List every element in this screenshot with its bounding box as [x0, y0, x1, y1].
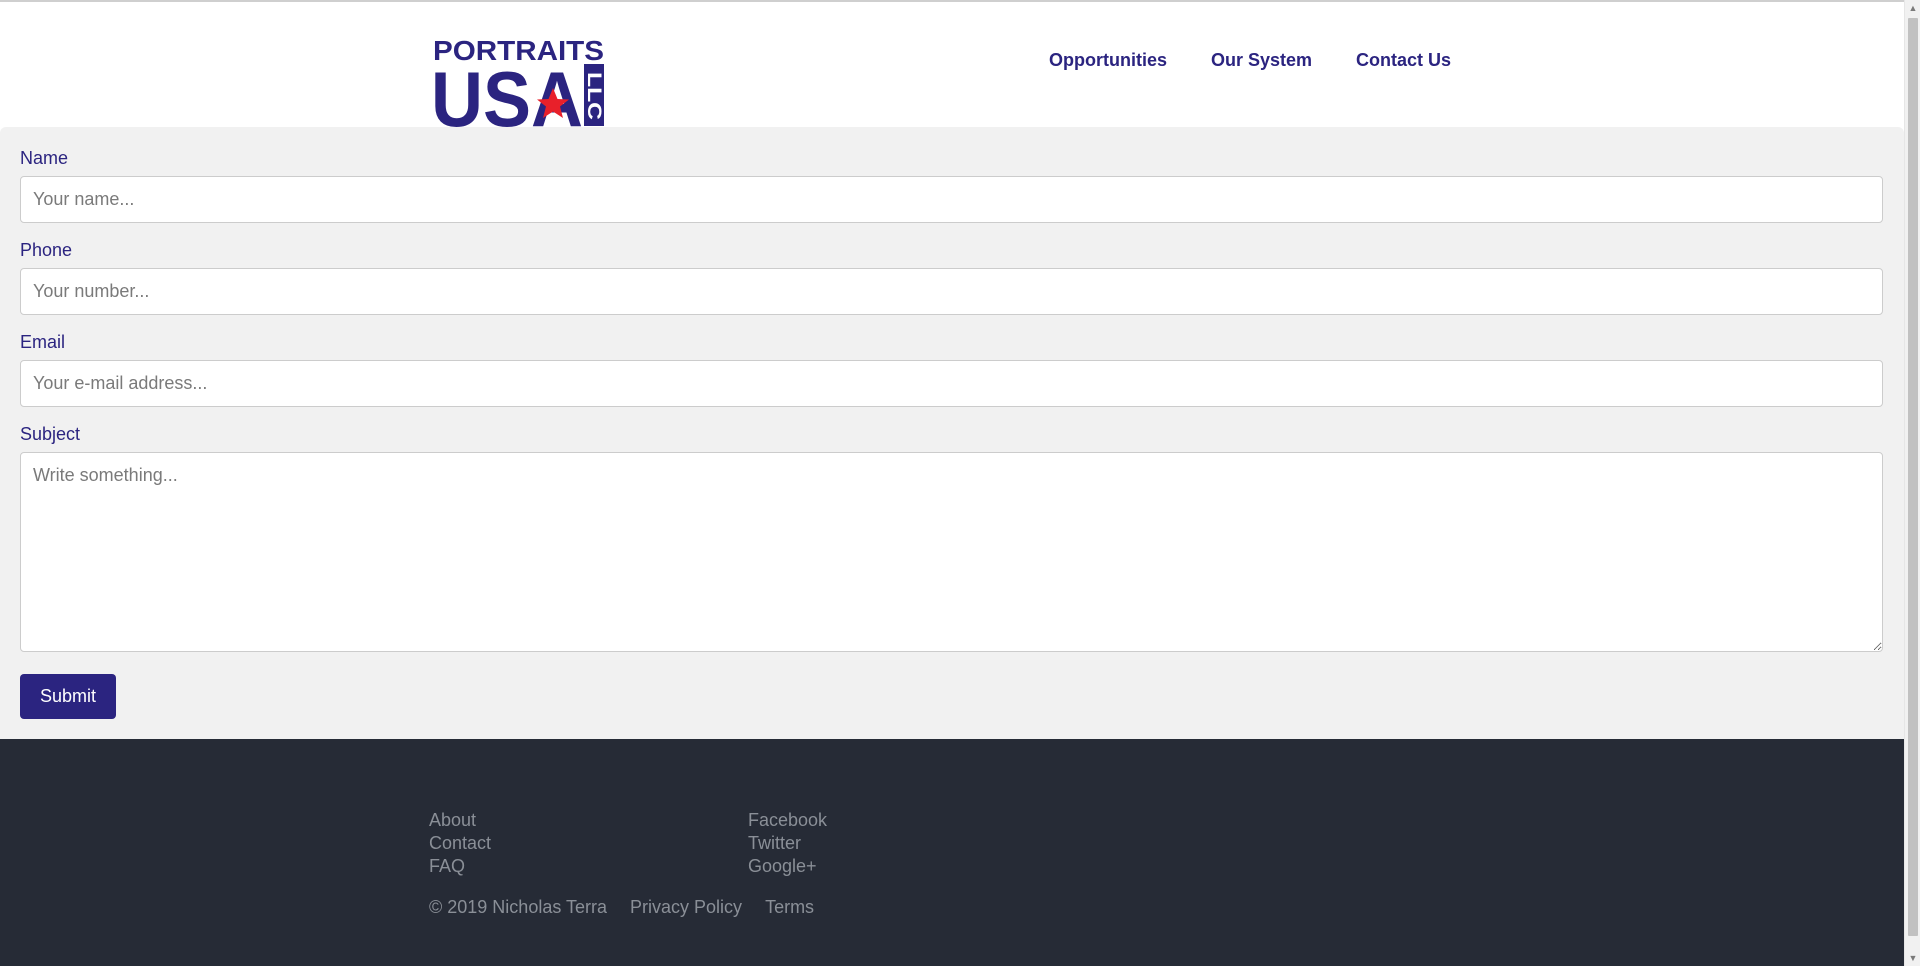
logo-suffix: LLC [583, 72, 604, 120]
footer-link-twitter[interactable]: Twitter [748, 832, 827, 855]
logo-line2: USA [433, 55, 583, 128]
footer-links-info: About Contact FAQ [429, 809, 491, 878]
chevron-down-icon[interactable]: ▼ [1905, 950, 1920, 966]
copyright-text: © 2019 Nicholas Terra [429, 897, 608, 917]
name-input[interactable] [20, 176, 1883, 223]
vertical-scrollbar[interactable]: ▲ ▼ [1904, 0, 1920, 966]
page: PORTRAITS USA LLC Opportunities Our Syst… [0, 0, 1920, 966]
nav-our-system[interactable]: Our System [1211, 48, 1312, 72]
chevron-up-icon[interactable]: ▲ [1905, 0, 1920, 16]
footer-link-about[interactable]: About [429, 809, 491, 832]
portraits-usa-logo[interactable]: PORTRAITS USA LLC [431, 35, 606, 143]
privacy-policy-link[interactable]: Privacy Policy [630, 896, 742, 919]
phone-input[interactable] [20, 268, 1883, 315]
footer-link-facebook[interactable]: Facebook [748, 809, 827, 832]
nav-contact-us[interactable]: Contact Us [1356, 48, 1451, 72]
footer-legal: © 2019 Nicholas Terra Privacy Policy Ter… [429, 896, 814, 919]
contact-form: Name Phone Email Subject Submit [0, 127, 1904, 739]
site-footer: About Contact FAQ Facebook Twitter Googl… [0, 739, 1904, 966]
footer-link-faq[interactable]: FAQ [429, 855, 491, 878]
email-label: Email [20, 332, 66, 352]
scrollbar-thumb[interactable] [1908, 18, 1918, 936]
footer-link-google-plus[interactable]: Google+ [748, 855, 827, 878]
site-header: PORTRAITS USA LLC Opportunities Our Syst… [0, 2, 1904, 143]
name-label: Name [20, 148, 69, 168]
email-input[interactable] [20, 360, 1883, 407]
subject-textarea[interactable] [20, 452, 1883, 652]
submit-button[interactable]: Submit [20, 674, 116, 719]
logo-graphic: PORTRAITS USA LLC [431, 35, 604, 143]
main-nav: Opportunities Our System Contact Us [1049, 48, 1451, 72]
nav-opportunities[interactable]: Opportunities [1049, 48, 1167, 72]
footer-link-contact[interactable]: Contact [429, 832, 491, 855]
subject-label: Subject [20, 424, 81, 444]
phone-label: Phone [20, 240, 73, 260]
footer-links-social: Facebook Twitter Google+ [748, 809, 827, 878]
terms-link[interactable]: Terms [765, 896, 814, 919]
